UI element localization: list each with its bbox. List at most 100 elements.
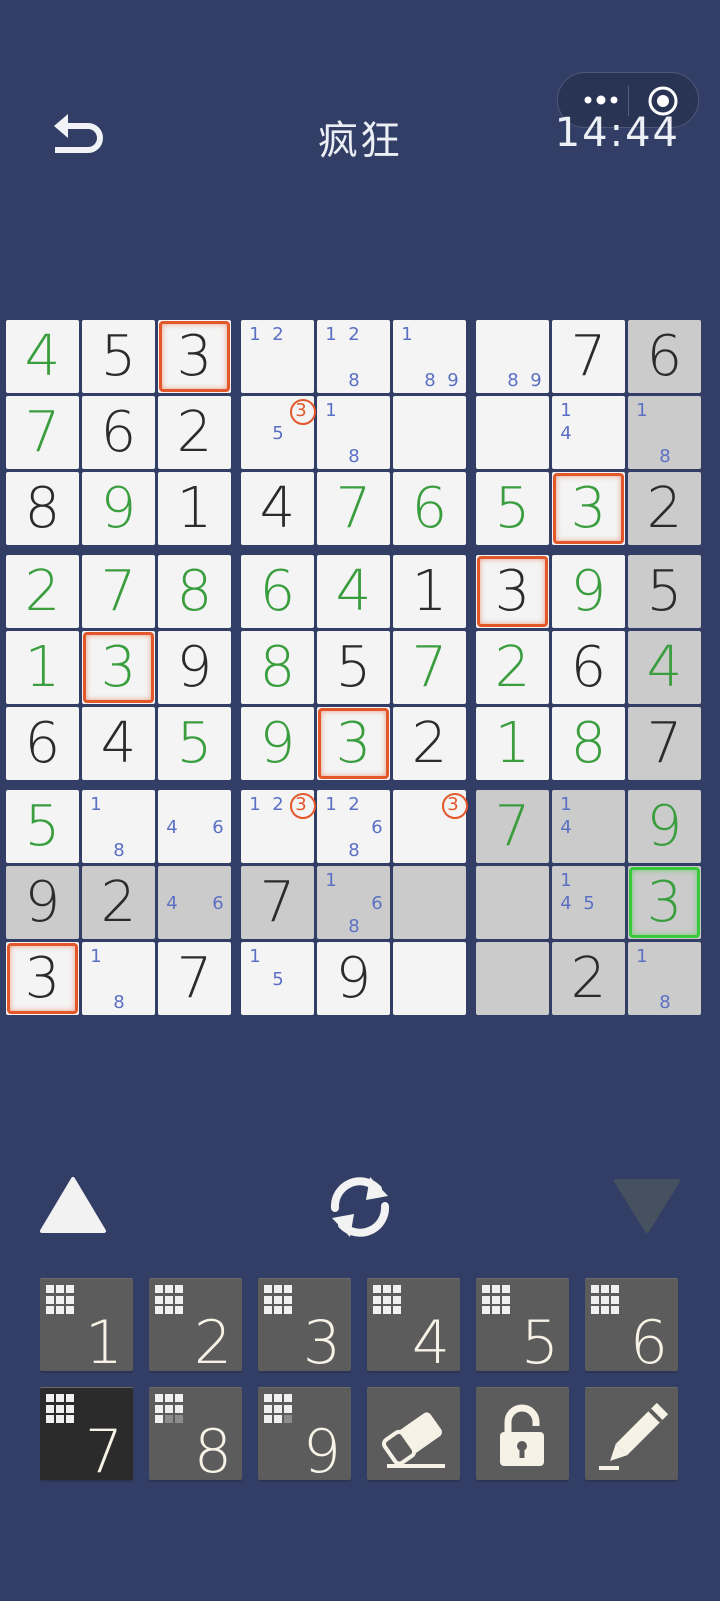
sudoku-cell[interactable]: 1 89: [393, 320, 466, 393]
sudoku-cell[interactable]: 3: [317, 707, 390, 780]
digit-key-9[interactable]: 9: [258, 1387, 351, 1482]
sudoku-cell[interactable]: [393, 942, 466, 1015]
sudoku-cell[interactable]: 9: [241, 707, 314, 780]
sudoku-cell[interactable]: 1: [476, 707, 549, 780]
triangle-up-icon[interactable]: [38, 1175, 108, 1237]
sudoku-cell[interactable]: 3: [158, 320, 231, 393]
sudoku-cell[interactable]: 1268: [317, 790, 390, 863]
sudoku-cell[interactable]: 89: [476, 320, 549, 393]
sudoku-cell[interactable]: 5: [6, 790, 79, 863]
sudoku-cell[interactable]: [393, 866, 466, 939]
sudoku-cell[interactable]: 14: [552, 790, 625, 863]
refresh-icon[interactable]: [322, 1172, 398, 1242]
sudoku-cell[interactable]: 35: [241, 396, 316, 469]
sudoku-cell[interactable]: 9: [552, 555, 625, 628]
sudoku-cell[interactable]: 46: [158, 790, 231, 863]
cell-given-digit: 4: [100, 710, 137, 776]
sudoku-cell[interactable]: 145: [552, 866, 625, 939]
sudoku-cell[interactable]: 2: [158, 396, 231, 469]
triangle-down-icon[interactable]: [612, 1175, 682, 1237]
sudoku-cell[interactable]: 1: [6, 631, 79, 704]
sudoku-cell[interactable]: 6: [552, 631, 625, 704]
sudoku-cell[interactable]: 2: [6, 555, 79, 628]
digit-key-4[interactable]: 4: [367, 1278, 460, 1373]
sudoku-cell[interactable]: 18: [628, 396, 701, 469]
sudoku-cell[interactable]: 6: [241, 555, 314, 628]
sudoku-cell[interactable]: 18: [82, 942, 155, 1015]
digit-key-8[interactable]: 8: [149, 1387, 242, 1482]
sudoku-cell[interactable]: 15: [241, 942, 314, 1015]
sudoku-cell[interactable]: 6: [628, 320, 701, 393]
sudoku-cell[interactable]: 2: [393, 707, 466, 780]
sudoku-cell[interactable]: 7: [158, 942, 231, 1015]
sudoku-cell[interactable]: 9: [628, 790, 701, 863]
digit-key-7[interactable]: 7: [40, 1387, 133, 1482]
sudoku-cell[interactable]: 7: [552, 320, 625, 393]
sudoku-cell[interactable]: 12: [241, 320, 314, 393]
sudoku-cell[interactable]: 3: [628, 866, 701, 939]
sudoku-cell[interactable]: 2: [628, 472, 701, 545]
sudoku-cell[interactable]: 7: [628, 707, 701, 780]
digit-key-6[interactable]: 6: [585, 1278, 678, 1373]
sudoku-cell[interactable]: 5: [158, 707, 231, 780]
sudoku-cell[interactable]: 9: [6, 866, 79, 939]
sudoku-cell[interactable]: 18: [82, 790, 155, 863]
sudoku-cell[interactable]: 2: [82, 866, 155, 939]
sudoku-cell[interactable]: 9: [82, 472, 155, 545]
sudoku-cell[interactable]: [476, 396, 549, 469]
sudoku-cell[interactable]: 3: [476, 555, 549, 628]
sudoku-cell[interactable]: 2: [476, 631, 549, 704]
digit-key-1[interactable]: 1: [40, 1278, 133, 1373]
sudoku-cell[interactable]: 3: [552, 472, 625, 545]
sudoku-cell[interactable]: 4: [6, 320, 79, 393]
sudoku-cell[interactable]: 4: [82, 707, 155, 780]
lock-button[interactable]: [476, 1387, 569, 1480]
sudoku-cell[interactable]: 7: [82, 555, 155, 628]
digit-key-3[interactable]: 3: [258, 1278, 351, 1373]
sudoku-cell[interactable]: 7: [241, 866, 314, 939]
sudoku-cell[interactable]: 5: [628, 555, 701, 628]
digit-key-5[interactable]: 5: [476, 1278, 569, 1373]
sudoku-cell[interactable]: 7: [476, 790, 549, 863]
sudoku-cell[interactable]: 2: [552, 942, 625, 1015]
sudoku-cell[interactable]: 14: [552, 396, 625, 469]
sudoku-cell[interactable]: 12 8: [317, 320, 390, 393]
sudoku-cell[interactable]: 6: [82, 396, 155, 469]
sudoku-cell[interactable]: 8: [552, 707, 625, 780]
sudoku-cell[interactable]: [476, 942, 549, 1015]
pencil-note: 1: [249, 323, 261, 345]
sudoku-cell[interactable]: 3: [393, 790, 468, 863]
sudoku-cell[interactable]: 8: [241, 631, 314, 704]
remaining-count-grid: [264, 1394, 294, 1424]
sudoku-cell[interactable]: 7: [317, 472, 390, 545]
sudoku-cell[interactable]: 4: [628, 631, 701, 704]
sudoku-cell[interactable]: 18: [317, 396, 390, 469]
sudoku-cell[interactable]: 3: [6, 942, 79, 1015]
sudoku-cell[interactable]: 6: [6, 707, 79, 780]
eraser-button[interactable]: [367, 1387, 460, 1480]
sudoku-cell[interactable]: 1: [158, 472, 231, 545]
sudoku-cell[interactable]: 3: [82, 631, 155, 704]
sudoku-cell[interactable]: 8: [158, 555, 231, 628]
sudoku-cell[interactable]: 4: [317, 555, 390, 628]
sudoku-cell[interactable]: 9: [158, 631, 231, 704]
sudoku-cell[interactable]: 7: [6, 396, 79, 469]
digit-key-2[interactable]: 2: [149, 1278, 242, 1373]
sudoku-cell[interactable]: 4: [241, 472, 314, 545]
sudoku-cell[interactable]: [393, 396, 466, 469]
sudoku-cell[interactable]: 5: [82, 320, 155, 393]
sudoku-cell[interactable]: 8: [6, 472, 79, 545]
sudoku-cell[interactable]: [476, 866, 549, 939]
sudoku-cell[interactable]: 6: [393, 472, 466, 545]
sudoku-cell[interactable]: 7: [393, 631, 466, 704]
sudoku-cell[interactable]: 5: [317, 631, 390, 704]
sudoku-cell[interactable]: 18: [628, 942, 701, 1015]
cell-entered-digit: 9: [570, 558, 607, 624]
sudoku-cell[interactable]: 1 68: [317, 866, 390, 939]
sudoku-cell[interactable]: 123: [241, 790, 316, 863]
sudoku-cell[interactable]: 9: [317, 942, 390, 1015]
sudoku-cell[interactable]: 5: [476, 472, 549, 545]
sudoku-cell[interactable]: 1: [393, 555, 466, 628]
pencil-button[interactable]: [585, 1387, 678, 1480]
sudoku-cell[interactable]: 46: [158, 866, 231, 939]
